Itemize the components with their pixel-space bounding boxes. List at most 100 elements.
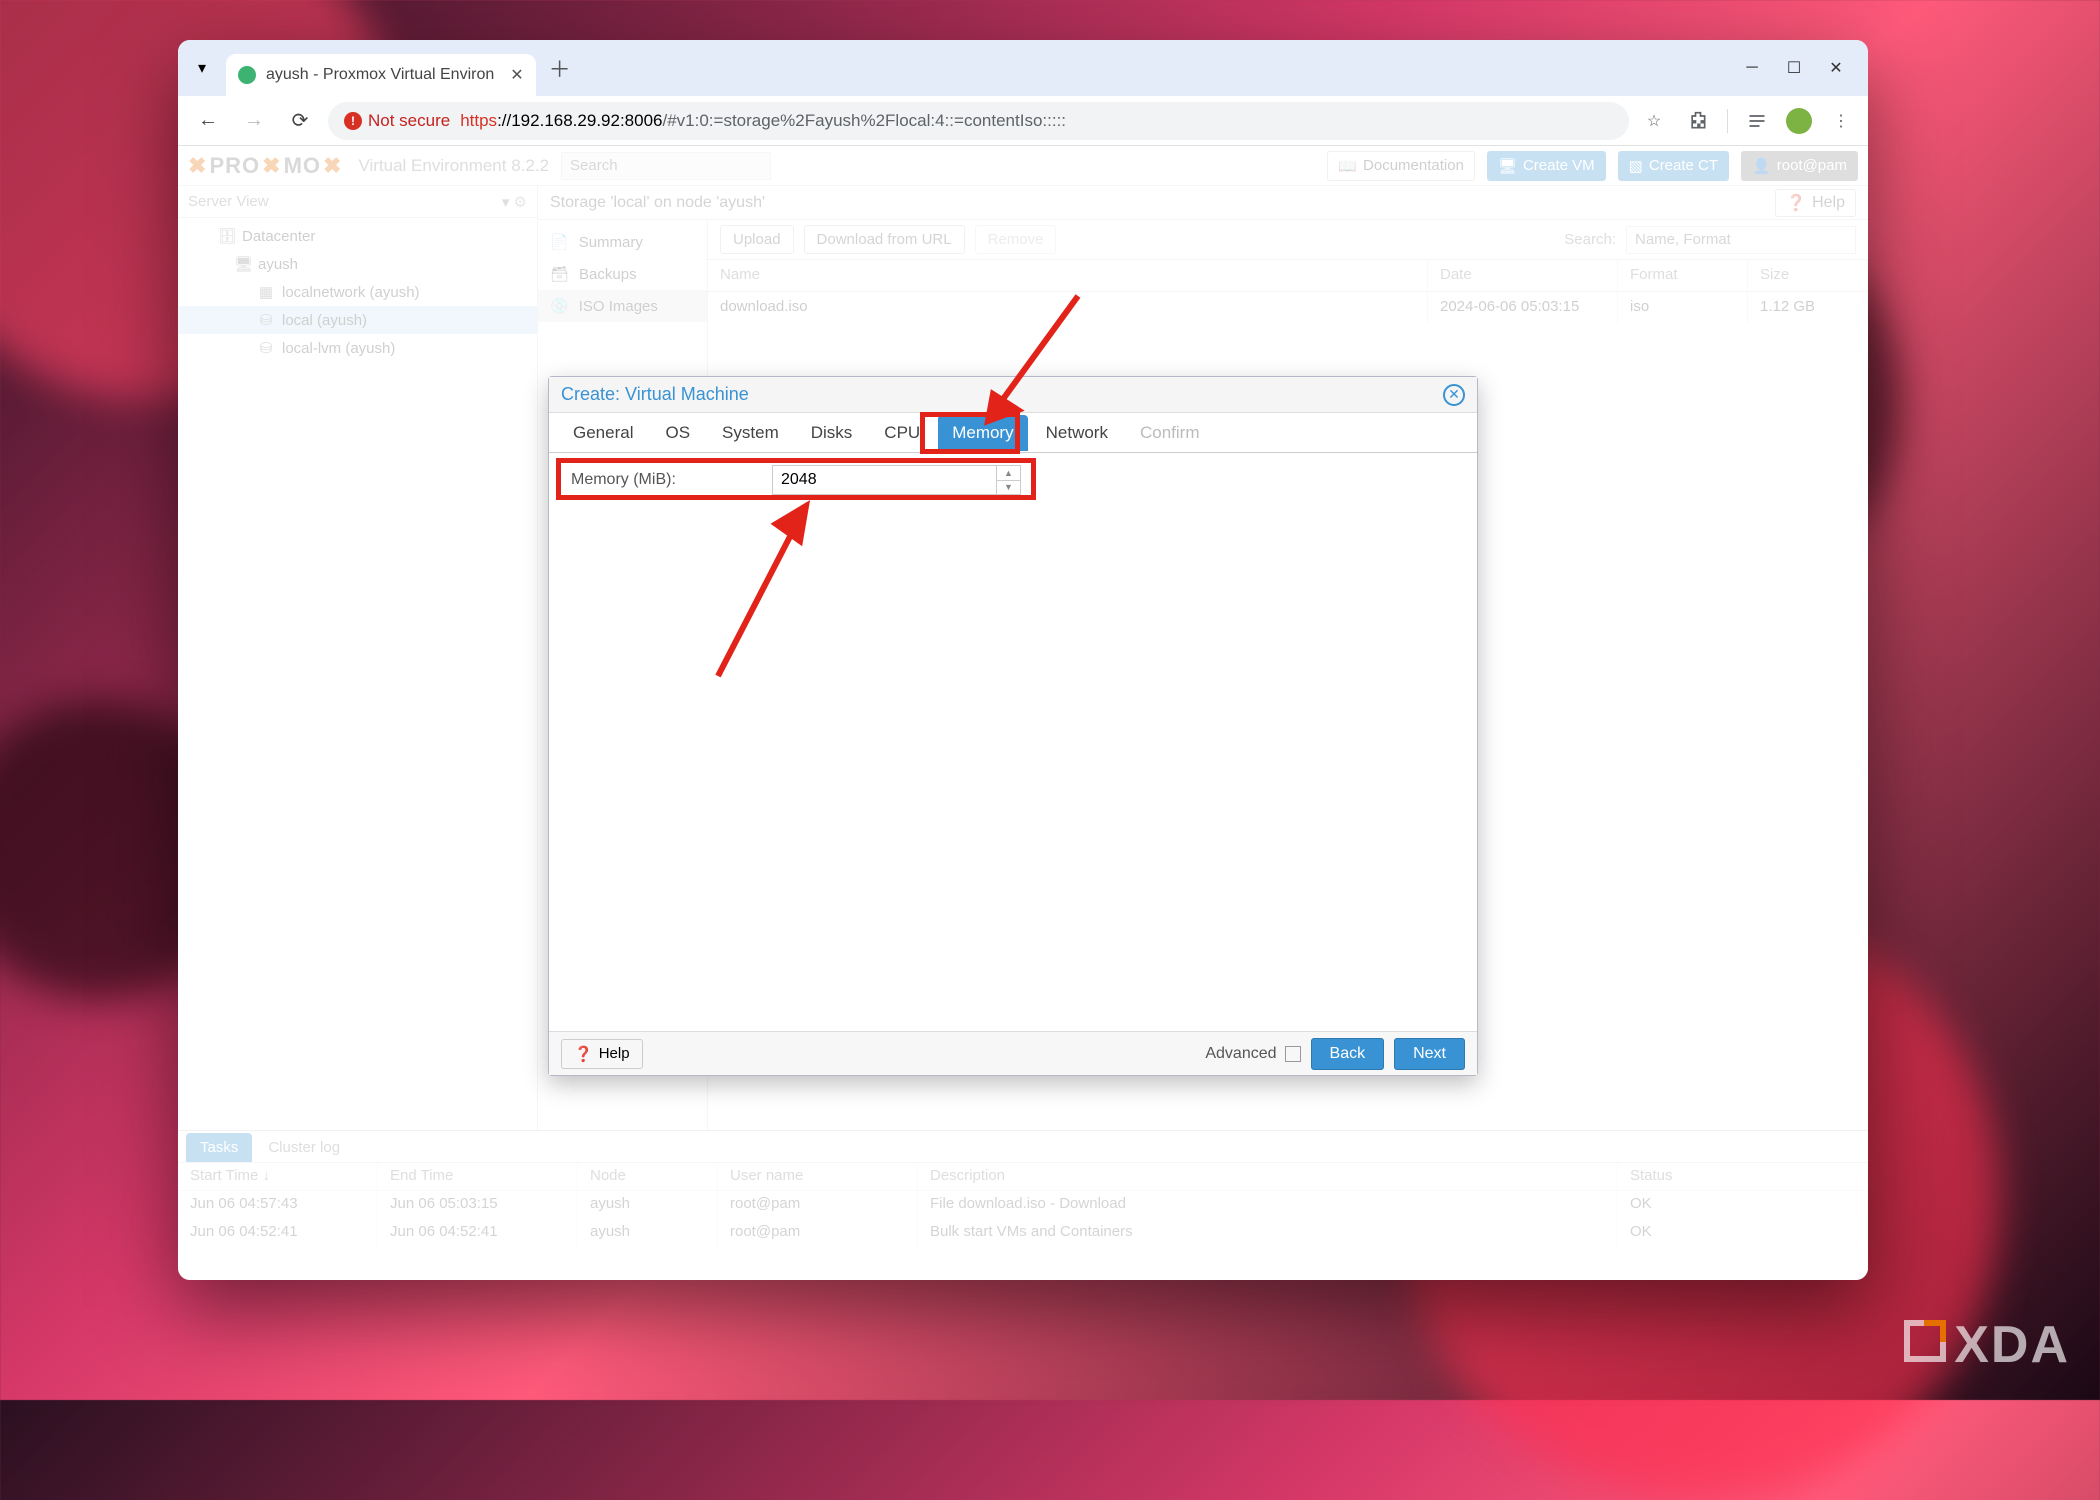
tree-local-lvm[interactable]: ⛁local-lvm (ayush) — [178, 334, 537, 362]
iso-grid-row[interactable]: download.iso 2024-06-06 05:03:15 iso 1.1… — [708, 292, 1868, 324]
tree-local-storage[interactable]: ⛁local (ayush) — [178, 306, 537, 334]
modal-tab-network[interactable]: Network — [1032, 415, 1122, 451]
advanced-toggle[interactable]: Advanced — [1205, 1045, 1300, 1063]
monitor-icon: 🖥 — [1498, 157, 1517, 175]
backup-icon: 🗃 — [550, 265, 569, 283]
help-icon: ❓ — [1786, 193, 1806, 213]
address-bar: ← → ⟳ ! Not secure https://192.168.29.92… — [178, 96, 1868, 146]
back-button[interactable]: Back — [1311, 1038, 1385, 1070]
modal-help-button[interactable]: ❓Help — [561, 1039, 643, 1069]
download-url-button[interactable]: Download from URL — [804, 225, 965, 254]
proxmox-logo: ✖PRO✖MO✖ — [188, 153, 342, 179]
window-controls: ─ ☐ ✕ — [1742, 58, 1860, 78]
breadcrumb: Storage 'local' on node 'ayush' ❓Help — [538, 186, 1868, 220]
user-menu-button[interactable]: 👤root@pam — [1741, 151, 1858, 181]
iso-grid-header: Name Date Format Size — [708, 260, 1868, 292]
search-label: Search: — [1564, 231, 1616, 248]
modal-tab-memory[interactable]: Memory — [938, 415, 1027, 451]
extensions-icon[interactable] — [1683, 106, 1713, 136]
disk-icon: ⛁ — [258, 311, 274, 329]
task-log-panel: Tasks Cluster log Start Time ↓ End Time … — [178, 1130, 1868, 1280]
disk-icon: ⛁ — [258, 339, 274, 357]
memory-input[interactable] — [772, 465, 997, 495]
create-vm-button[interactable]: 🖥Create VM — [1487, 151, 1606, 181]
modal-tab-confirm[interactable]: Confirm — [1126, 415, 1214, 451]
log-row[interactable]: Jun 06 04:52:41 Jun 06 04:52:41 ayush ro… — [178, 1219, 1868, 1247]
iso-toolbar: Upload Download from URL Remove Search: — [708, 220, 1868, 260]
tree-datacenter[interactable]: 🗄Datacenter — [178, 222, 537, 250]
disc-icon: 💿 — [550, 297, 569, 315]
user-icon: 👤 — [1752, 157, 1771, 175]
log-row[interactable]: Jun 06 04:57:43 Jun 06 05:03:15 ayush ro… — [178, 1191, 1868, 1219]
modal-tab-general[interactable]: General — [559, 415, 647, 451]
bookmark-star-icon[interactable]: ☆ — [1639, 106, 1669, 136]
tab-favicon — [238, 66, 256, 84]
tree-localnetwork[interactable]: ▦localnetwork (ayush) — [178, 278, 537, 306]
xda-watermark: XDA — [1904, 1315, 2070, 1375]
profile-avatar[interactable] — [1786, 108, 1812, 134]
help-icon: ❓ — [574, 1045, 593, 1063]
resource-tree: 🗄Datacenter 🖥ayush ▦localnetwork (ayush)… — [178, 218, 537, 366]
create-ct-button[interactable]: ▧Create CT — [1618, 151, 1729, 181]
modal-close-button[interactable]: ✕ — [1443, 384, 1465, 406]
subnav-iso-images[interactable]: 💿ISO Images — [538, 290, 707, 322]
spinner-down-icon[interactable]: ▼ — [997, 481, 1020, 495]
pve-header: ✖PRO✖MO✖ Virtual Environment 8.2.2 📖Docu… — [178, 146, 1868, 186]
subnav-backups[interactable]: 🗃Backups — [538, 258, 707, 290]
memory-label: Memory (MiB): — [561, 465, 772, 495]
browser-menu-icon[interactable]: ⋮ — [1826, 106, 1856, 136]
modal-tab-os[interactable]: OS — [651, 415, 704, 451]
cube-icon: ▧ — [1629, 157, 1643, 175]
iso-search-input[interactable] — [1626, 226, 1856, 254]
documentation-button[interactable]: 📖Documentation — [1327, 151, 1475, 181]
tab-title: ayush - Proxmox Virtual Environ — [266, 66, 494, 84]
server-view-selector[interactable]: Server View ▾ ⚙ — [178, 186, 537, 218]
pve-sidebar: Server View ▾ ⚙ 🗄Datacenter 🖥ayush ▦loca… — [178, 186, 538, 1130]
gear-icon[interactable]: ⚙ — [514, 194, 527, 211]
window-maximize-button[interactable]: ☐ — [1784, 58, 1804, 78]
browser-tabstrip: ▾ ayush - Proxmox Virtual Environ ✕ ＋ ─ … — [178, 40, 1868, 96]
pve-version: Virtual Environment 8.2.2 — [358, 156, 549, 176]
window-minimize-button[interactable]: ─ — [1742, 58, 1762, 78]
modal-tab-disks[interactable]: Disks — [797, 415, 867, 451]
url-omnibox[interactable]: ! Not secure https://192.168.29.92:8006/… — [328, 102, 1629, 140]
create-vm-modal: Create: Virtual Machine ✕ General OS Sys… — [548, 376, 1478, 1076]
subnav-summary[interactable]: 📄Summary — [538, 226, 707, 258]
browser-window: ▾ ayush - Proxmox Virtual Environ ✕ ＋ ─ … — [178, 40, 1868, 1280]
browser-tab[interactable]: ayush - Proxmox Virtual Environ ✕ — [226, 54, 536, 96]
modal-tabs: General OS System Disks CPU Memory Netwo… — [549, 413, 1477, 453]
next-button[interactable]: Next — [1394, 1038, 1465, 1070]
modal-footer: ❓Help Advanced Back Next — [549, 1031, 1477, 1075]
help-button[interactable]: ❓Help — [1775, 189, 1856, 217]
nav-reload-button[interactable]: ⟳ — [282, 103, 318, 139]
security-label: Not secure — [368, 111, 450, 131]
log-tab-tasks[interactable]: Tasks — [186, 1133, 252, 1162]
advanced-checkbox[interactable] — [1285, 1046, 1301, 1062]
book-icon: 📖 — [1338, 157, 1357, 175]
node-icon: 🖥 — [234, 255, 250, 273]
new-tab-button[interactable]: ＋ — [544, 52, 576, 84]
proxmox-app: ✖PRO✖MO✖ Virtual Environment 8.2.2 📖Docu… — [178, 146, 1868, 1280]
tree-node-ayush[interactable]: 🖥ayush — [178, 250, 537, 278]
media-control-icon[interactable] — [1742, 106, 1772, 136]
tab-close-icon[interactable]: ✕ — [510, 65, 523, 85]
modal-titlebar[interactable]: Create: Virtual Machine ✕ — [549, 377, 1477, 413]
pve-global-search[interactable] — [561, 152, 771, 180]
tabs-dropdown-button[interactable]: ▾ — [186, 52, 218, 84]
nav-back-button[interactable]: ← — [190, 103, 226, 139]
upload-button[interactable]: Upload — [720, 225, 794, 254]
spinner-up-icon[interactable]: ▲ — [997, 466, 1020, 481]
summary-icon: 📄 — [550, 233, 569, 251]
nav-forward-button[interactable]: → — [236, 103, 272, 139]
modal-tab-cpu[interactable]: CPU — [870, 415, 934, 451]
window-close-button[interactable]: ✕ — [1826, 58, 1846, 78]
url-text: https://192.168.29.92:8006/#v1:0:=storag… — [460, 111, 1066, 131]
security-chip[interactable]: ! Not secure — [344, 111, 450, 131]
remove-button[interactable]: Remove — [975, 225, 1057, 254]
log-header: Start Time ↓ End Time Node User name Des… — [178, 1163, 1868, 1191]
memory-field-row: Memory (MiB): ▲ ▼ — [561, 465, 1021, 495]
log-tab-cluster[interactable]: Cluster log — [254, 1133, 354, 1162]
modal-tab-system[interactable]: System — [708, 415, 793, 451]
network-icon: ▦ — [258, 283, 274, 301]
memory-spinner[interactable]: ▲ ▼ — [997, 465, 1021, 495]
